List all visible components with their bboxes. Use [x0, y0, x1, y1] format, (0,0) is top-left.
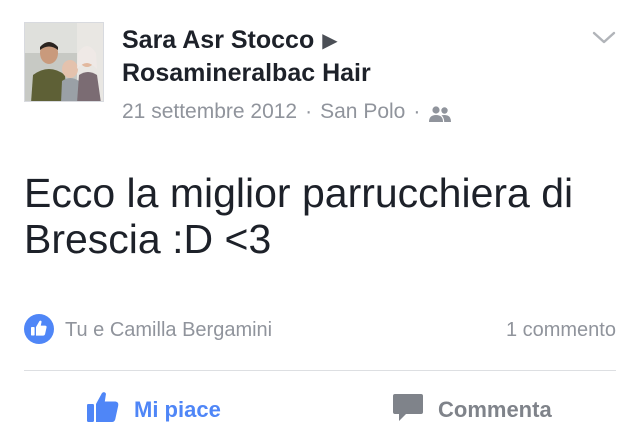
reactors-text[interactable]: Tu e Camilla Bergamini	[65, 317, 272, 343]
chevron-down-icon[interactable]	[592, 30, 616, 46]
author-line: Sara Asr Stocco ▶	[122, 24, 338, 57]
arrow-right-icon: ▶	[322, 30, 338, 52]
like-label: Mi piace	[134, 397, 221, 422]
feed-post: Sara Asr Stocco ▶ Rosamineralbac Hair 21 …	[0, 0, 640, 448]
thumbs-up-icon	[86, 391, 120, 429]
comment-icon	[392, 392, 424, 428]
post-date[interactable]: 21 settembre 2012	[122, 98, 297, 126]
post-meta: 21 settembre 2012 · San Polo ·	[122, 98, 452, 126]
like-badge-icon[interactable]	[24, 314, 54, 344]
reactions-bar: Tu e Camilla Bergamini 1 commento	[24, 312, 616, 348]
comment-button[interactable]: Commenta	[392, 388, 552, 432]
target-page-name[interactable]: Rosamineralbac Hair	[122, 57, 371, 89]
comment-label: Commenta	[438, 397, 552, 422]
post-message: Ecco la miglior parrucchiera di Brescia …	[24, 170, 574, 262]
meta-separator: ·	[305, 100, 313, 123]
friends-icon[interactable]	[428, 103, 452, 122]
comment-count[interactable]: 1 commento	[506, 317, 616, 343]
author-avatar[interactable]	[24, 22, 104, 102]
meta-separator: ·	[413, 100, 421, 123]
divider	[24, 370, 616, 371]
author-name[interactable]: Sara Asr Stocco	[122, 26, 314, 54]
like-button[interactable]: Mi piace	[86, 388, 221, 432]
post-location[interactable]: San Polo	[320, 98, 405, 126]
